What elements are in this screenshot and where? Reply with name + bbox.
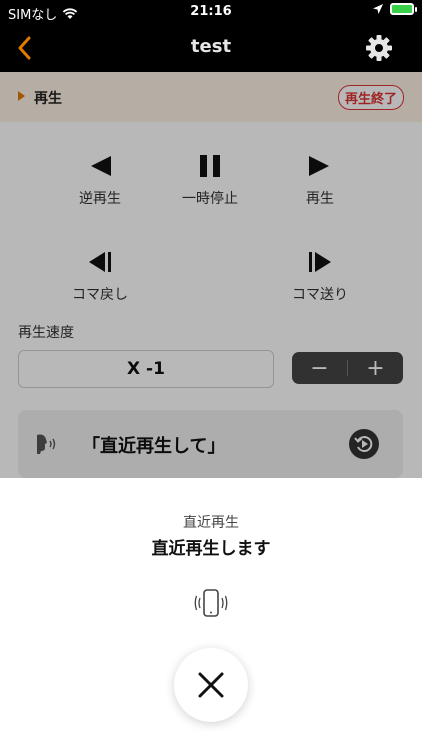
close-icon: [198, 672, 224, 698]
location-arrow-icon: [373, 4, 383, 14]
close-button[interactable]: [174, 648, 248, 722]
gear-icon[interactable]: [364, 33, 394, 63]
dim-overlay[interactable]: [0, 72, 422, 478]
battery-icon: [390, 3, 417, 15]
nav-bar: test: [0, 24, 422, 72]
sheet-caption: 直近再生: [183, 515, 239, 531]
status-bar: SIMなし 21:16: [0, 0, 422, 24]
clock: 21:16: [190, 4, 232, 19]
page-title: test: [190, 36, 232, 57]
sheet-message: 直近再生します: [151, 539, 271, 559]
phone-vibrate-icon: [194, 589, 228, 617]
voice-bottom-sheet: 直近再生 直近再生します: [0, 478, 422, 750]
